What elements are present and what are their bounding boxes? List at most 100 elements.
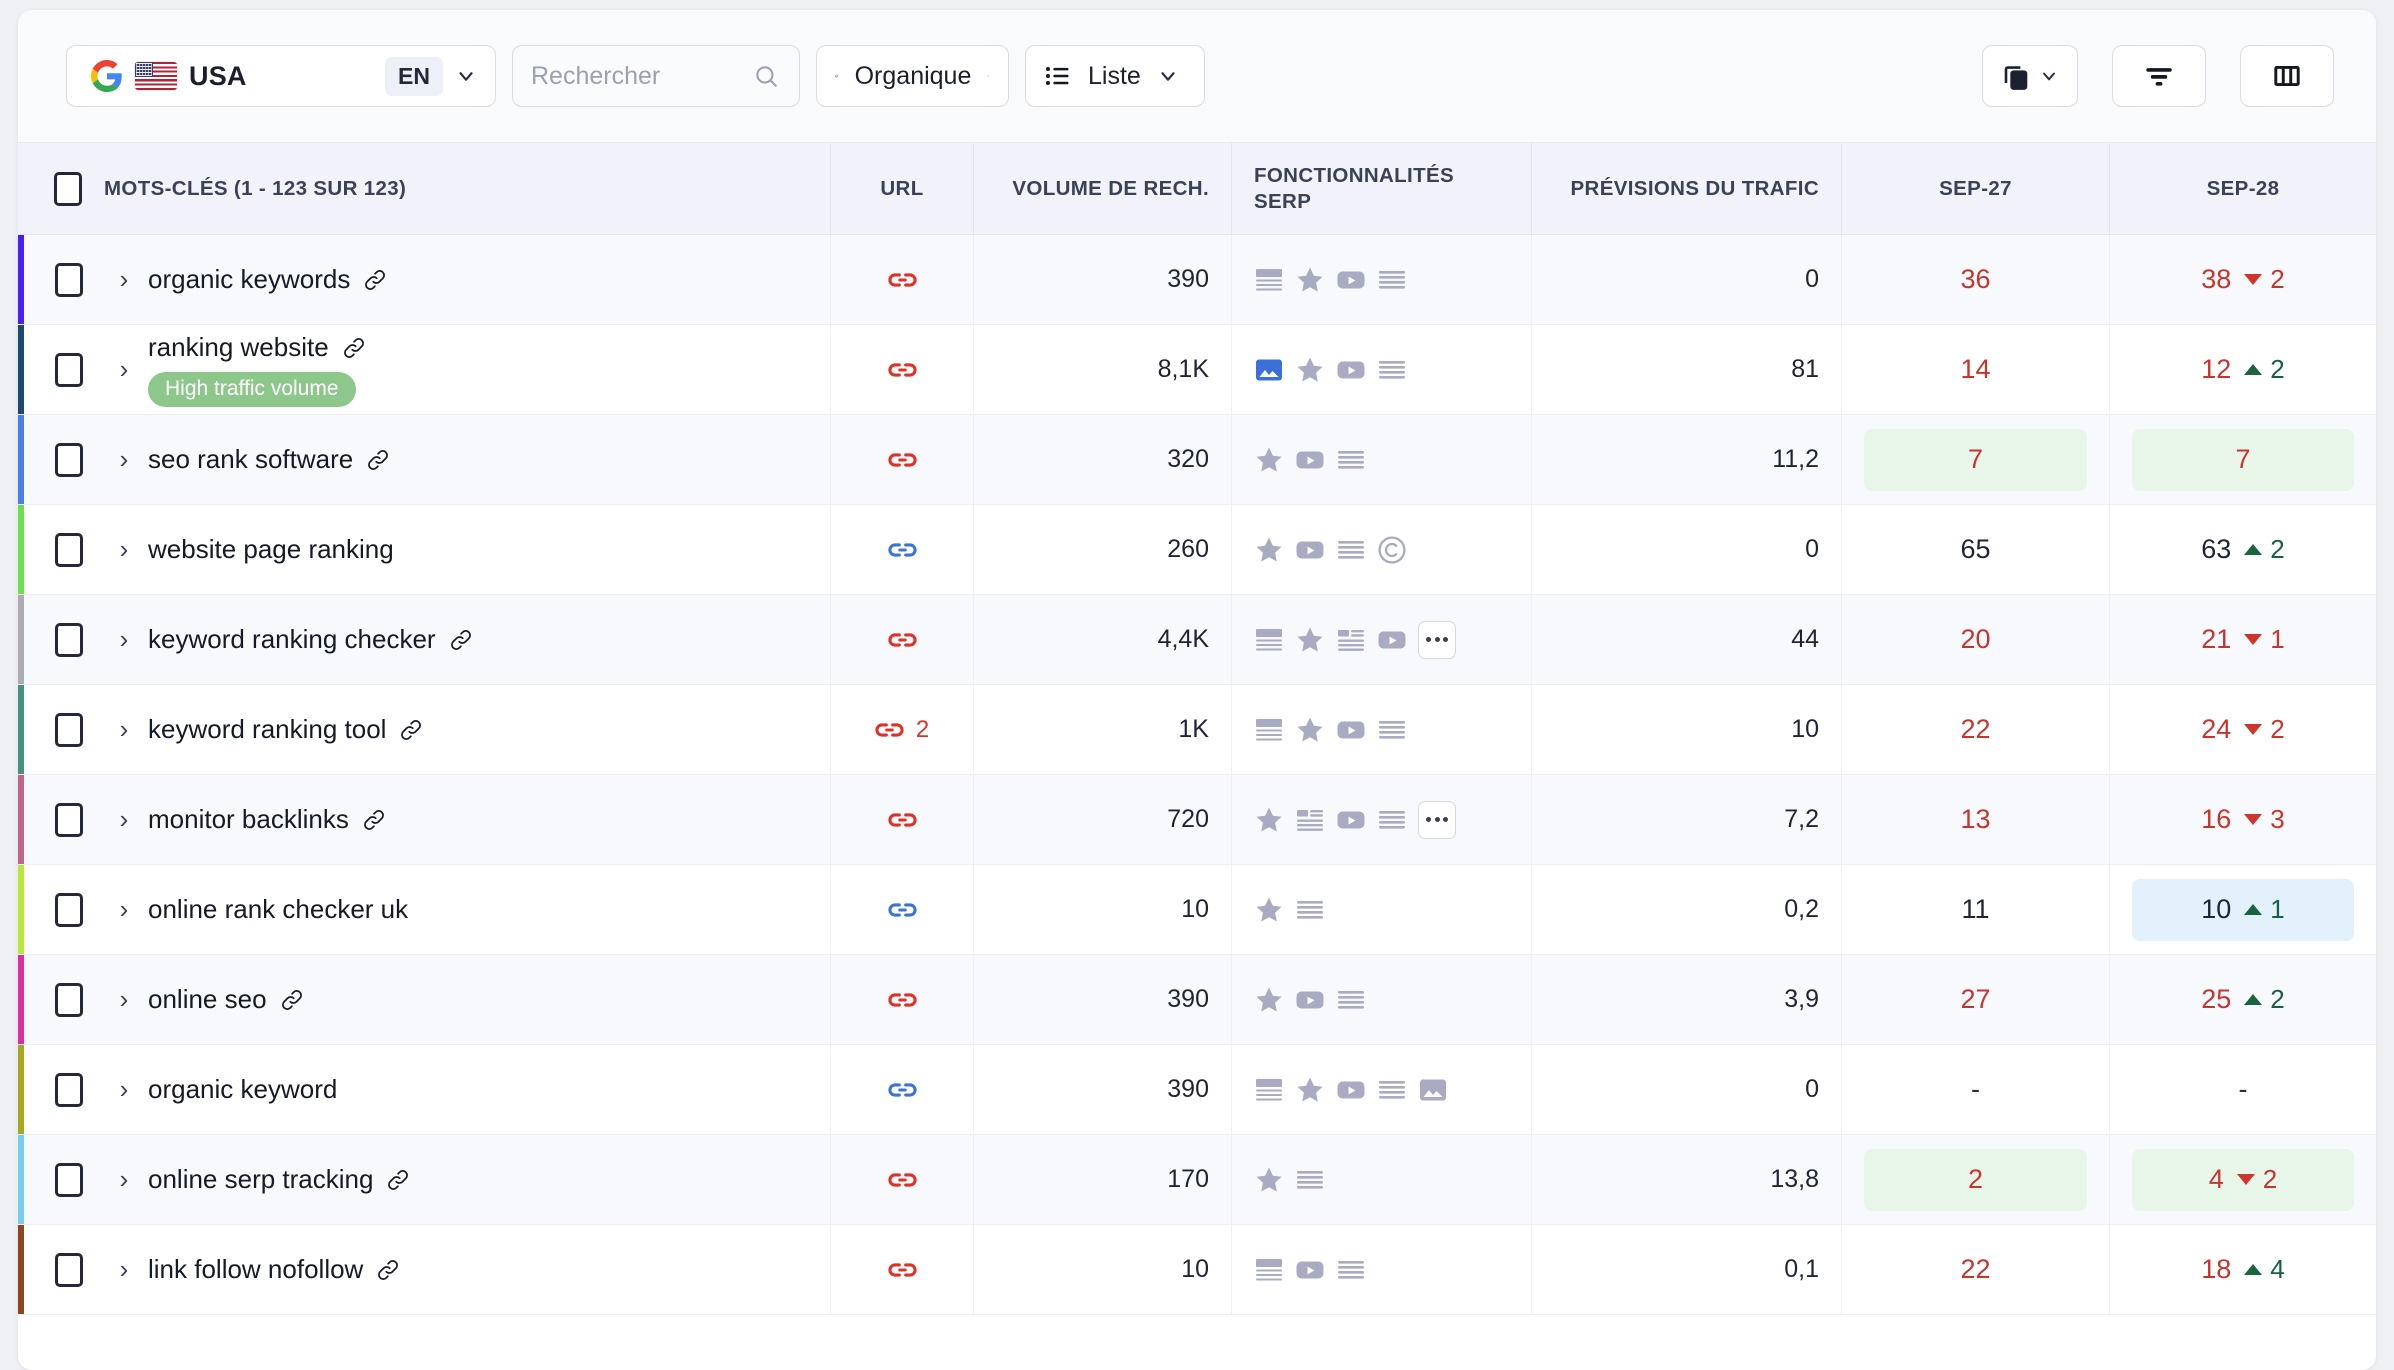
table-row[interactable]: › keyword ranking tool 2 1K 10 22 24 2 <box>18 685 2376 775</box>
rank-sep-28[interactable]: 12 2 <box>2132 339 2354 401</box>
rank-sep-28[interactable]: 42 <box>2132 1148 2354 1211</box>
keyword-link-icon[interactable] <box>448 627 474 653</box>
rank-sep-28[interactable]: 7 <box>2132 428 2354 491</box>
row-checkbox[interactable] <box>55 532 83 567</box>
search-icon[interactable] <box>753 62 779 90</box>
link-icon[interactable] <box>887 271 917 289</box>
keyword-link-icon[interactable] <box>375 1257 401 1283</box>
url-link[interactable] <box>887 811 917 829</box>
rank-sep-27[interactable]: 7 <box>1864 428 2087 491</box>
url-link[interactable] <box>887 1081 917 1099</box>
link-icon[interactable] <box>887 901 917 919</box>
table-row[interactable]: › keyword ranking checker 4,4K 44 20 21 … <box>18 595 2376 685</box>
serp-more-features-button[interactable] <box>1418 620 1456 659</box>
header-volume[interactable]: VOLUME DE RECH. <box>973 143 1231 234</box>
table-row[interactable]: › organic keywords 390 0 36 38 2 <box>18 235 2376 325</box>
locale-selector[interactable]: USA EN <box>66 45 496 107</box>
keyword-link-icon[interactable] <box>365 447 391 473</box>
rank-sep-28[interactable]: 63 2 <box>2132 519 2354 581</box>
table-row[interactable]: › online seo 390 3,9 27 25 2 <box>18 955 2376 1045</box>
select-all-checkbox[interactable] <box>54 171 82 206</box>
header-date-sep-27[interactable]: SEP-27 <box>1841 143 2109 234</box>
rank-sep-28[interactable]: 10 1 <box>2132 878 2354 941</box>
url-link[interactable]: 2 <box>875 716 929 744</box>
link-icon[interactable] <box>887 811 917 829</box>
header-serp-features[interactable]: FONCTIONNALITÉS SERP <box>1231 143 1531 234</box>
search-box[interactable] <box>512 45 800 107</box>
row-checkbox[interactable] <box>55 802 83 837</box>
locale-language-pill[interactable]: EN <box>385 56 443 96</box>
rank-sep-28[interactable]: 38 2 <box>2132 249 2354 311</box>
result-type-dropdown[interactable]: Organique <box>816 45 1009 107</box>
link-icon[interactable] <box>887 1081 917 1099</box>
rank-sep-27[interactable]: 27 <box>1864 969 2087 1031</box>
keyword-link-icon[interactable] <box>361 807 387 833</box>
url-link[interactable] <box>887 991 917 1009</box>
expand-row-chevron-icon[interactable]: › <box>100 714 148 745</box>
expand-row-chevron-icon[interactable]: › <box>100 804 148 835</box>
rank-sep-28[interactable]: 25 2 <box>2132 969 2354 1031</box>
header-keywords[interactable]: MOTS-CLÉS (1 - 123 SUR 123) <box>18 143 830 234</box>
link-icon[interactable] <box>887 541 917 559</box>
columns-button[interactable] <box>2240 45 2334 107</box>
rank-sep-27[interactable]: 36 <box>1864 249 2087 311</box>
display-mode-dropdown[interactable]: Liste <box>1025 45 1205 107</box>
rank-sep-28[interactable]: 21 1 <box>2132 609 2354 671</box>
link-icon[interactable] <box>887 991 917 1009</box>
link-icon[interactable] <box>887 1261 917 1279</box>
row-checkbox[interactable] <box>55 892 83 927</box>
rank-sep-27[interactable]: 22 <box>1864 1239 2087 1301</box>
keyword-link-icon[interactable] <box>362 267 388 293</box>
keyword-link-icon[interactable] <box>398 717 424 743</box>
rank-sep-28[interactable]: 18 4 <box>2132 1239 2354 1301</box>
copy-button[interactable] <box>1982 45 2078 107</box>
table-row[interactable]: › organic keyword 390 0 - - <box>18 1045 2376 1135</box>
table-row[interactable]: › link follow nofollow 10 0,1 22 18 4 <box>18 1225 2376 1315</box>
table-row[interactable]: › ranking website High traffic volume 8,… <box>18 325 2376 415</box>
rank-sep-28[interactable]: 24 2 <box>2132 699 2354 761</box>
link-icon[interactable] <box>887 1171 917 1189</box>
url-link[interactable] <box>887 541 917 559</box>
keyword-link-icon[interactable] <box>341 335 367 361</box>
row-checkbox[interactable] <box>55 712 83 747</box>
expand-row-chevron-icon[interactable]: › <box>100 1074 148 1105</box>
row-checkbox[interactable] <box>55 262 83 297</box>
rank-sep-27[interactable]: 20 <box>1864 609 2087 671</box>
expand-row-chevron-icon[interactable]: › <box>100 264 148 295</box>
url-link[interactable] <box>887 1261 917 1279</box>
url-link[interactable] <box>887 901 917 919</box>
header-url[interactable]: URL <box>830 143 973 234</box>
link-icon[interactable] <box>887 631 917 649</box>
table-row[interactable]: › website page ranking 260 0 65 63 2 <box>18 505 2376 595</box>
link-icon[interactable] <box>887 451 917 469</box>
search-input[interactable] <box>531 61 741 91</box>
url-link[interactable] <box>887 1171 917 1189</box>
table-row[interactable]: › online rank checker uk 10 0,2 11 10 1 <box>18 865 2376 955</box>
expand-row-chevron-icon[interactable]: › <box>100 444 148 475</box>
expand-row-chevron-icon[interactable]: › <box>100 984 148 1015</box>
table-row[interactable]: › monitor backlinks 720 7,2 13 16 3 <box>18 775 2376 865</box>
header-traffic-forecast[interactable]: PRÉVISIONS DU TRAFIC <box>1531 143 1841 234</box>
link-icon[interactable] <box>887 361 917 379</box>
rank-sep-27[interactable]: 2 <box>1864 1148 2087 1211</box>
expand-row-chevron-icon[interactable]: › <box>100 1254 148 1285</box>
rank-sep-27[interactable]: 14 <box>1864 339 2087 401</box>
link-icon[interactable] <box>875 721 904 739</box>
expand-row-chevron-icon[interactable]: › <box>100 1164 148 1195</box>
keyword-link-icon[interactable] <box>279 987 305 1013</box>
url-link[interactable] <box>887 361 917 379</box>
expand-row-chevron-icon[interactable]: › <box>100 624 148 655</box>
row-checkbox[interactable] <box>55 982 83 1017</box>
url-link[interactable] <box>887 271 917 289</box>
rank-sep-28[interactable]: - <box>2132 1059 2354 1121</box>
rank-sep-27[interactable]: 65 <box>1864 519 2087 581</box>
rank-sep-27[interactable]: 22 <box>1864 699 2087 761</box>
row-checkbox[interactable] <box>55 1252 83 1287</box>
row-checkbox[interactable] <box>55 622 83 657</box>
url-link[interactable] <box>887 631 917 649</box>
rank-sep-27[interactable]: 13 <box>1864 789 2087 851</box>
header-date-sep-28[interactable]: SEP-28 <box>2109 143 2376 234</box>
keyword-link-icon[interactable] <box>385 1167 411 1193</box>
filter-button[interactable] <box>2112 45 2206 107</box>
table-row[interactable]: › online serp tracking 170 13,8 2 4 2 <box>18 1135 2376 1225</box>
